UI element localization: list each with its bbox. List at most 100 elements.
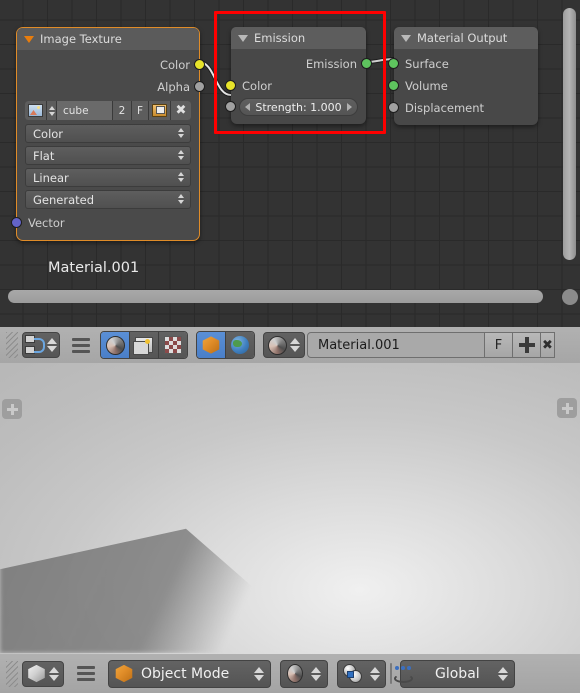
3d-view-header: Object Mode Global (0, 654, 580, 693)
close-x-icon[interactable]: ✖ (171, 101, 191, 120)
output-socket-row-color[interactable]: Color (17, 54, 205, 76)
dropdown-interpolation[interactable]: Linear (25, 168, 191, 187)
footer-drag-grip[interactable] (6, 660, 18, 687)
collapse-triangle-icon[interactable] (401, 34, 411, 42)
material-sphere-icon (105, 335, 125, 355)
node-editor-horizontal-scrollbar[interactable] (8, 290, 543, 303)
plus-icon (518, 337, 535, 353)
socket-vector-input[interactable] (11, 217, 22, 228)
dropdown-value-extension: Generated (33, 193, 95, 207)
transform-orientation-selector[interactable]: Global (400, 659, 515, 688)
node-title: Material Output (417, 31, 508, 45)
image-users-count[interactable]: 2 (113, 101, 132, 120)
node-editor-header: Material.001 F ✖ (0, 327, 580, 363)
image-name-field[interactable]: cube (57, 101, 113, 120)
material-browse-button[interactable] (263, 332, 305, 358)
chevron-updown-icon (370, 666, 380, 681)
viewport-right-panel-toggle[interactable] (557, 398, 577, 418)
orange-cube-icon (202, 336, 220, 354)
chevron-updown-icon (254, 666, 264, 681)
dropdown-value-color-space: Color (33, 127, 64, 141)
3d-viewport[interactable] (0, 363, 580, 654)
node-material-output[interactable]: Material Output Surface Volume Displacem… (388, 27, 538, 125)
material-sphere-icon (287, 664, 303, 683)
plus-icon (6, 403, 18, 415)
snap-toggle-button[interactable] (390, 663, 413, 684)
orange-cube-icon (115, 664, 133, 683)
node-editor-icon (25, 335, 45, 355)
editor-type-selector[interactable] (22, 332, 60, 358)
input-label-vector: Vector (28, 216, 65, 230)
input-socket-row-vector[interactable]: Vector (11, 212, 199, 234)
image-browse-spinner[interactable] (47, 101, 57, 120)
hamburger-menu-icon[interactable] (73, 661, 99, 687)
viewport-shading-selector[interactable] (280, 659, 328, 688)
input-label-surface: Surface (405, 57, 449, 71)
blender-window: Image Texture Color Alpha cube 2 F ✖ Col… (0, 0, 580, 693)
world-context-button[interactable] (226, 332, 254, 358)
dropdown-color-space[interactable]: Color (25, 124, 191, 143)
folder-open-icon[interactable] (149, 101, 171, 120)
node-editor-corner-widget[interactable] (562, 289, 578, 305)
input-socket-row-surface[interactable]: Surface (388, 53, 538, 75)
new-material-button[interactable] (513, 332, 541, 358)
node-header-material-output[interactable]: Material Output (394, 27, 538, 49)
world-globe-icon (231, 336, 249, 354)
viewport-left-toolbar-toggle[interactable] (2, 399, 22, 419)
socket-volume-input[interactable] (388, 80, 399, 91)
input-socket-row-displacement[interactable]: Displacement (388, 97, 538, 119)
output-label-alpha: Alpha (157, 80, 190, 94)
node-title: Image Texture (40, 32, 122, 46)
node-body-material-output: Surface Volume Displacement (388, 49, 538, 125)
interaction-mode-label: Object Mode (141, 665, 230, 682)
object-shader-button[interactable] (101, 332, 130, 358)
shader-context-button-group[interactable] (196, 331, 255, 359)
image-datablock-row[interactable]: cube 2 F ✖ (25, 101, 191, 120)
material-name-overlay: Material.001 (48, 260, 140, 276)
checker-texture-icon (164, 336, 182, 354)
output-socket-row-alpha[interactable]: Alpha (17, 76, 205, 98)
socket-alpha-output[interactable] (194, 81, 205, 92)
texture-stack-icon (133, 337, 153, 355)
object-context-button[interactable] (197, 332, 226, 358)
plus-icon (561, 402, 573, 414)
node-header-image-texture[interactable]: Image Texture (17, 28, 199, 50)
collapse-triangle-icon[interactable] (24, 35, 34, 43)
input-label-displacement: Displacement (405, 101, 485, 115)
socket-color-output[interactable] (194, 59, 205, 70)
dropdown-value-projection: Flat (33, 149, 55, 163)
interaction-mode-selector[interactable]: Object Mode (108, 659, 271, 688)
shader-type-button-group[interactable] (100, 331, 188, 359)
chevron-updown-icon (48, 666, 59, 681)
material-name-field[interactable]: Material.001 (307, 332, 485, 358)
socket-surface-input[interactable] (388, 58, 399, 69)
dropdown-extension[interactable]: Generated (25, 190, 191, 209)
axis-gizmo-icon (407, 664, 427, 684)
shader-node-editor[interactable]: Image Texture Color Alpha cube 2 F ✖ Col… (0, 0, 580, 327)
output-label-color: Color (159, 58, 190, 72)
chevron-updown-icon (178, 149, 184, 160)
snap-magnet-icon (390, 663, 413, 684)
chevron-updown-icon (178, 171, 184, 182)
red-highlight-box (214, 11, 386, 134)
image-datablock-icon[interactable] (25, 101, 47, 120)
pivot-point-icon (343, 664, 362, 683)
fake-user-button[interactable]: F (485, 332, 513, 358)
unlink-material-button[interactable]: ✖ (541, 332, 555, 358)
texture-checker-button[interactable] (159, 332, 187, 358)
pivot-point-selector[interactable] (337, 659, 386, 688)
chevron-updown-icon (498, 666, 508, 681)
node-image-texture[interactable]: Image Texture Color Alpha cube 2 F ✖ Col… (11, 27, 205, 241)
dropdown-value-interpolation: Linear (33, 171, 69, 185)
hamburger-menu-icon[interactable] (68, 332, 94, 358)
input-socket-row-volume[interactable]: Volume (388, 75, 538, 97)
header-drag-grip[interactable] (6, 332, 18, 358)
socket-displacement-input[interactable] (388, 102, 399, 113)
texture-nodes-button[interactable] (130, 332, 159, 358)
footer-editor-type-selector[interactable] (22, 660, 64, 687)
image-fake-user-toggle[interactable]: F (132, 101, 149, 120)
dropdown-projection[interactable]: Flat (25, 146, 191, 165)
3d-view-icon (28, 664, 45, 683)
node-editor-vertical-scrollbar[interactable] (563, 8, 576, 260)
chevron-updown-icon (311, 666, 321, 681)
